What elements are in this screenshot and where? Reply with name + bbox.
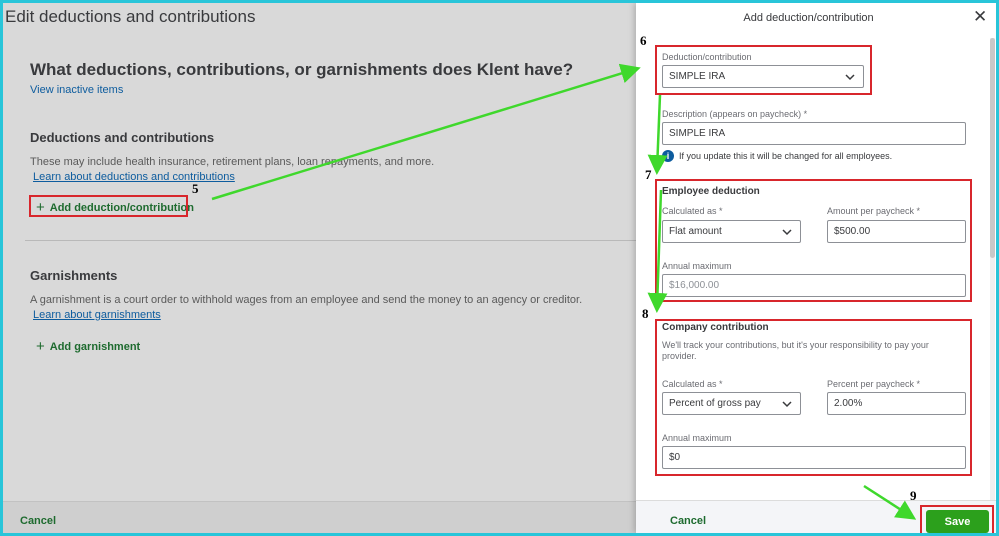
learn-garnishments-link[interactable]: Learn about garnishments xyxy=(33,309,161,321)
page-footer: Cancel xyxy=(3,501,636,533)
view-inactive-link[interactable]: View inactive items xyxy=(30,84,123,96)
section-divider xyxy=(25,240,636,241)
page-cancel-button[interactable]: Cancel xyxy=(20,515,56,527)
add-garnishment-label: Add garnishment xyxy=(49,340,141,353)
step-number-9: 9 xyxy=(910,488,917,503)
scrollbar-thumb[interactable] xyxy=(990,38,995,258)
learn-deductions-link[interactable]: Learn about deductions and contributions xyxy=(33,171,235,183)
main-page: Edit deductions and contributions What d… xyxy=(3,3,636,533)
deductions-description: These may include health insurance, reti… xyxy=(30,156,435,168)
step-number-7: 7 xyxy=(645,167,652,182)
page-title: Edit deductions and contributions xyxy=(5,7,256,26)
highlight-box-type xyxy=(655,45,872,95)
add-garnishment-button[interactable]: + Add garnishment xyxy=(36,339,140,354)
question-heading: What deductions, contributions, or garni… xyxy=(30,60,574,79)
plus-icon: + xyxy=(36,338,45,355)
highlight-box-add-deduction xyxy=(29,195,188,217)
garnishments-description: A garnishment is a court order to withho… xyxy=(30,294,583,306)
step-number-5: 5 xyxy=(192,181,199,196)
info-text: If you update this it will be changed fo… xyxy=(679,151,893,161)
drawer-cancel-button[interactable]: Cancel xyxy=(670,515,706,527)
garnishments-heading: Garnishments xyxy=(30,268,118,283)
highlight-box-save xyxy=(920,505,994,536)
description-input[interactable]: SIMPLE IRA xyxy=(662,122,966,145)
description-label: Description (appears on paycheck) * xyxy=(662,109,808,119)
highlight-box-company xyxy=(655,319,972,476)
close-icon[interactable]: ✕ xyxy=(973,7,987,27)
drawer-title: Add deduction/contribution xyxy=(743,12,874,24)
info-note: i If you update this it will be changed … xyxy=(662,150,892,162)
deductions-heading: Deductions and contributions xyxy=(30,130,215,145)
step-number-8: 8 xyxy=(642,306,649,321)
drawer-scrollbar[interactable] xyxy=(990,38,995,500)
step-number-6: 6 xyxy=(640,33,647,48)
highlight-box-employee xyxy=(655,179,972,302)
info-icon: i xyxy=(662,150,674,162)
